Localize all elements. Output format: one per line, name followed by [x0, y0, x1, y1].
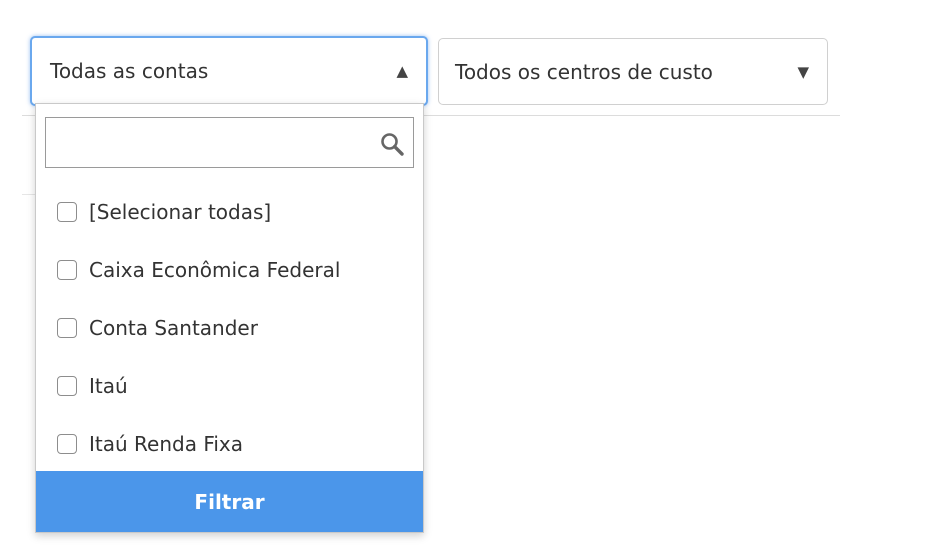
- checkbox[interactable]: [57, 202, 77, 222]
- checkbox[interactable]: [57, 376, 77, 396]
- option-label: Conta Santander: [89, 316, 258, 340]
- option-select-all[interactable]: [Selecionar todas]: [36, 183, 423, 241]
- option-itau-renda-fixa[interactable]: Itaú Renda Fixa: [36, 415, 423, 473]
- accounts-select[interactable]: Todas as contas ▲: [30, 36, 428, 106]
- caret-up-icon: ▲: [396, 62, 408, 80]
- option-label: Itaú: [89, 374, 128, 398]
- checkbox[interactable]: [57, 318, 77, 338]
- accounts-select-value: Todas as contas: [50, 59, 209, 83]
- checkbox[interactable]: [57, 260, 77, 280]
- option-conta-santander[interactable]: Conta Santander: [36, 299, 423, 357]
- option-label: Caixa Econômica Federal: [89, 258, 341, 282]
- caret-down-icon: ▼: [797, 62, 809, 81]
- option-caixa-economica-federal[interactable]: Caixa Econômica Federal: [36, 241, 423, 299]
- options-list: [Selecionar todas] Caixa Econômica Feder…: [36, 183, 423, 473]
- option-label: [Selecionar todas]: [89, 200, 272, 224]
- cost-centers-select[interactable]: Todos os centros de custo ▼: [438, 38, 828, 105]
- cost-centers-select-value: Todos os centros de custo: [455, 59, 713, 84]
- filter-bar: Todas as contas ▲ Todos os centros de cu…: [0, 0, 928, 550]
- option-label: Itaú Renda Fixa: [89, 432, 244, 456]
- accounts-dropdown: [Selecionar todas] Caixa Econômica Feder…: [35, 103, 424, 533]
- search-input[interactable]: [46, 118, 366, 167]
- filter-button[interactable]: Filtrar: [36, 471, 423, 532]
- search-box: [45, 117, 414, 168]
- option-itau[interactable]: Itaú: [36, 357, 423, 415]
- checkbox[interactable]: [57, 434, 77, 454]
- search-icon: [381, 133, 404, 156]
